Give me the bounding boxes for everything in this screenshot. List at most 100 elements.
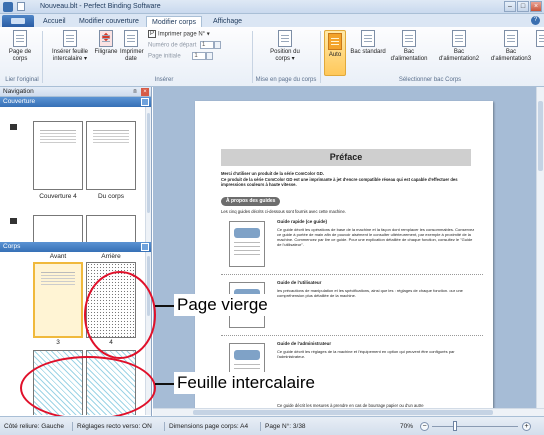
document-vertical-scrollbar[interactable] xyxy=(536,87,544,408)
bac-alimentation3-button[interactable]: Bac d'alimentation3 xyxy=(486,30,536,63)
cover-lines xyxy=(93,130,129,131)
status-separator xyxy=(260,422,261,431)
close-button[interactable]: × xyxy=(530,1,542,12)
navigation-header: Navigation ᴨ × xyxy=(0,87,151,97)
inserer-feuille-button[interactable]: Insérer feuille intercalaire ▾ xyxy=(48,30,92,63)
insert-sheet-icon xyxy=(63,30,77,47)
dotted-rule xyxy=(221,274,483,275)
cover-lines xyxy=(40,130,76,131)
quick-access-save-icon[interactable] xyxy=(17,2,25,11)
app-icon[interactable] xyxy=(3,2,13,12)
document-area: Préface Merci d'utiliser un produit de l… xyxy=(153,87,544,416)
cover-thumbnail-front[interactable] xyxy=(86,121,136,190)
filigrane-button[interactable]: Filigrane xyxy=(92,30,120,56)
zoom-slider-track[interactable] xyxy=(432,426,518,427)
zoom-level: 70% xyxy=(400,423,414,430)
position-du-corps-button[interactable]: Position du corps ▾ xyxy=(262,30,308,63)
help-icon[interactable]: ? xyxy=(531,16,540,25)
collapse-icon[interactable] xyxy=(141,243,149,251)
cover-marker-icon xyxy=(10,218,17,224)
callout-page-vierge: Page vierge xyxy=(174,294,271,316)
page-de-corps-button[interactable]: Page de corps xyxy=(4,30,36,63)
window-controls: – □ × xyxy=(504,1,542,12)
bac-standard-button[interactable]: Bac standard xyxy=(350,30,386,56)
document-horizontal-scrollbar[interactable] xyxy=(153,408,544,416)
file-menu-icon xyxy=(11,18,25,24)
tray-icon xyxy=(452,30,466,47)
page-number-icon: P xyxy=(148,30,156,38)
group-label-bac: Sélectionner bac Corps xyxy=(398,77,462,83)
page-lines xyxy=(41,272,75,273)
dotted-rule xyxy=(221,335,483,336)
cover-marker-icon xyxy=(10,124,17,130)
blank-page-highlight-ring xyxy=(84,271,156,359)
numero-depart-spinner[interactable] xyxy=(214,41,222,49)
collapse-icon[interactable] xyxy=(141,98,149,106)
zoom-in-button[interactable]: + xyxy=(522,422,531,431)
bac-alimentation-button[interactable]: Bac d'alimentation xyxy=(386,30,432,63)
scrollbar-thumb[interactable] xyxy=(538,101,543,171)
cover-caption-left: Couverture 4 xyxy=(39,193,77,200)
minimize-button[interactable]: – xyxy=(504,1,516,12)
tray-icon xyxy=(504,30,518,47)
cover-thumbnail[interactable] xyxy=(33,215,83,242)
position-icon xyxy=(278,30,292,47)
cover-caption-right: Du corps xyxy=(97,193,124,200)
ribbon-tabs: Accueil Modifier couverture Modifier cor… xyxy=(0,14,544,27)
window-title: Nouveau.blt - Perfect Binding Software xyxy=(40,3,161,10)
guide-image xyxy=(229,221,265,267)
bac-supplementaire-button[interactable] xyxy=(536,30,544,49)
insert-sheet-highlight-ring xyxy=(20,356,156,420)
couverture-section: Couverture 4 Du corps xyxy=(0,107,151,242)
tab-modifier-corps[interactable]: Modifier corps xyxy=(146,16,202,27)
numero-depart-field[interactable]: Numéro de départ 1 xyxy=(148,41,222,51)
page-icon xyxy=(13,30,27,47)
couverture-header[interactable]: Couverture xyxy=(0,97,151,107)
watermark-icon xyxy=(99,30,113,47)
body-page-3-thumbnail[interactable] xyxy=(33,262,83,338)
status-binding-side: Côté reliure: Gauche xyxy=(4,423,64,430)
section-intro: Les cinq guides décrits ci-dessous sont … xyxy=(221,209,346,214)
page-initiale-field[interactable]: Page initiale 1 xyxy=(148,52,214,62)
pin-icon[interactable]: ᴨ xyxy=(131,88,139,96)
group-label-inserer: Insérer xyxy=(154,77,174,83)
zoom-out-button[interactable]: − xyxy=(420,422,429,431)
zoom-slider-knob[interactable] xyxy=(453,421,457,431)
tab-accueil[interactable]: Accueil xyxy=(38,16,71,27)
status-separator xyxy=(164,422,165,431)
group-separator xyxy=(320,31,321,83)
maximize-button[interactable]: □ xyxy=(517,1,529,12)
file-menu-button[interactable] xyxy=(2,15,34,27)
tab-modifier-couverture[interactable]: Modifier couverture xyxy=(74,16,144,27)
column-arriere: Arrière xyxy=(101,253,121,260)
tray-icon xyxy=(361,30,375,47)
auto-tray-button[interactable]: Auto xyxy=(324,30,346,76)
document-page: Préface Merci d'utiliser un produit de l… xyxy=(195,101,493,416)
cover-thumbnail[interactable] xyxy=(86,215,136,242)
corps-header[interactable]: Corps xyxy=(0,242,151,252)
bac-alimentation2-button[interactable]: Bac d'alimentation2 xyxy=(434,30,484,63)
intro-line-2: Ce produit de la série ComColor GD est u… xyxy=(221,177,458,187)
status-page-size: Dimensions page corps: A4 xyxy=(169,423,249,430)
scrollbar-thumb[interactable] xyxy=(147,113,150,213)
section-pill: À propos des guides xyxy=(221,197,281,206)
ribbon: Page de corps Lier l'original Insérer fe… xyxy=(0,27,544,87)
cover-thumbnail-back[interactable] xyxy=(33,121,83,190)
scrollbar-thumb[interactable] xyxy=(193,410,493,415)
imprimer-date-button[interactable]: Imprimer date xyxy=(120,30,144,63)
couverture-scrollbar[interactable] xyxy=(145,107,151,242)
guide-rapide: Guide rapide (ce guide) Ce guide décrit … xyxy=(221,217,483,275)
group-separator xyxy=(42,31,43,83)
page-initiale-spinner[interactable] xyxy=(206,52,214,60)
intro-line-1: Merci d'utiliser un produit de la série … xyxy=(221,171,324,176)
page-number-3: 3 xyxy=(56,339,60,346)
imprimer-page-no-dropdown[interactable]: P Imprimer page N° ▾ xyxy=(148,30,210,40)
close-pane-icon[interactable]: × xyxy=(141,88,149,96)
title-bar: Nouveau.blt - Perfect Binding Software –… xyxy=(0,0,544,14)
preface-heading: Préface xyxy=(221,149,471,166)
column-avant: Avant xyxy=(49,253,67,260)
tray-icon xyxy=(402,30,416,47)
group-label-lier: Lier l'original xyxy=(5,77,39,83)
tab-affichage[interactable]: Affichage xyxy=(208,16,247,27)
status-page-number: Page N°: 3/38 xyxy=(265,423,306,430)
